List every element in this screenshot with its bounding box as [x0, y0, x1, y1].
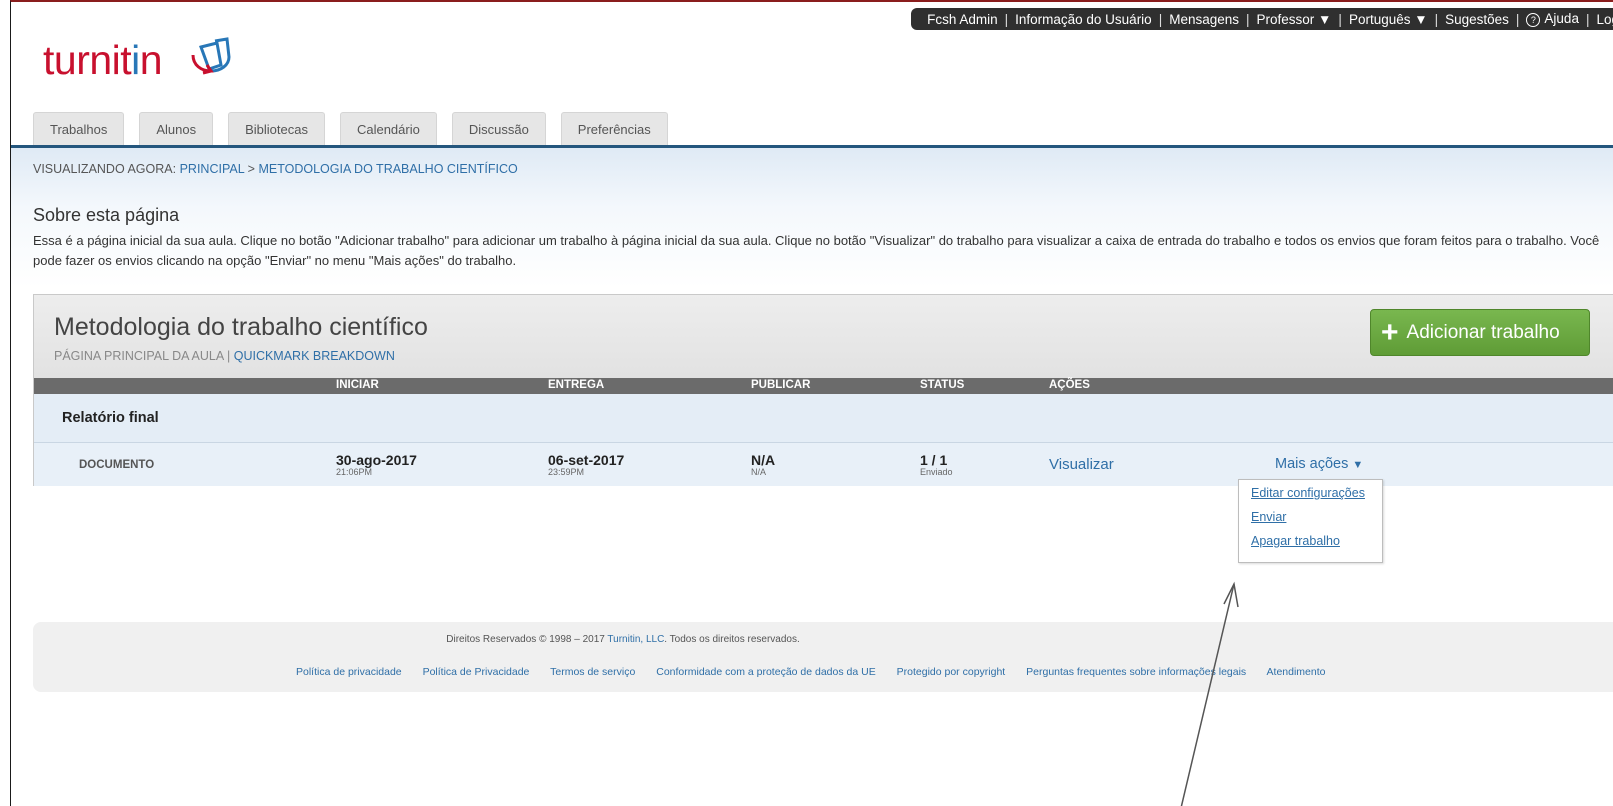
page: Fcsh Admin | Informação do Usuário | Mensa… [10, 0, 1613, 806]
annotation-arrow [1180, 581, 1239, 806]
